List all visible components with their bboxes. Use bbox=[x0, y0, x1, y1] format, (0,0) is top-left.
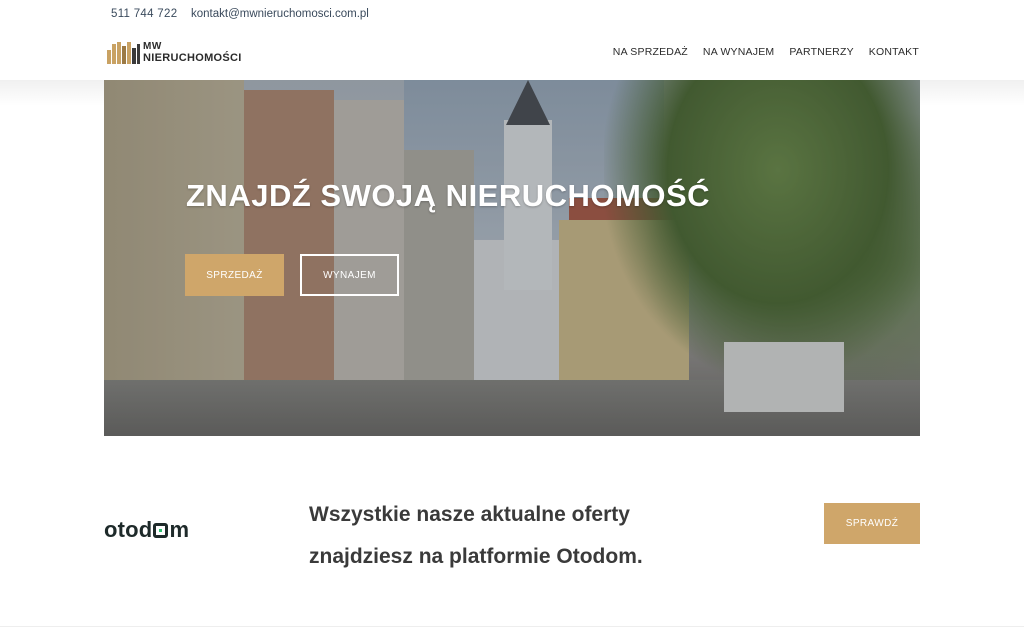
site-header: MW NIERUCHOMOŚCI NA SPRZEDAŻ NA WYNAJEM … bbox=[0, 30, 1024, 80]
otodom-house-icon bbox=[153, 522, 169, 538]
check-otodom-button[interactable]: SPRAWDŹ bbox=[824, 503, 920, 544]
hero-banner: ZNAJDŹ SWOJĄ NIERUCHOMOŚĆ SPRZEDAŻ WYNAJ… bbox=[104, 80, 920, 436]
logo-line1: MW bbox=[143, 41, 162, 52]
top-contact-bar: 511 744 722 kontakt@mwnieruchomosci.com.… bbox=[0, 0, 1024, 30]
logo-line2: NIERUCHOMOŚCI bbox=[143, 52, 242, 64]
for-rent-button[interactable]: WYNAJEM bbox=[300, 254, 399, 296]
email-link[interactable]: kontakt@mwnieruchomosci.com.pl bbox=[191, 8, 369, 20]
hero-title: ZNAJDŹ SWOJĄ NIERUCHOMOŚĆ bbox=[186, 178, 711, 213]
section-divider bbox=[0, 626, 1024, 627]
otodom-logo-text: otod bbox=[104, 517, 153, 542]
for-sale-button[interactable]: SPRZEDAŻ bbox=[185, 254, 284, 296]
site-logo[interactable]: MW NIERUCHOMOŚCI bbox=[107, 42, 242, 64]
otodom-promo-text: Wszystkie nasze aktualne oferty znajdzie… bbox=[309, 494, 729, 578]
buildings-logo-icon bbox=[107, 42, 140, 64]
logo-text: MW NIERUCHOMOŚCI bbox=[143, 42, 242, 64]
phone-number[interactable]: 511 744 722 bbox=[111, 8, 177, 20]
promo-line-2: znajdziesz na platformie Otodom. bbox=[309, 545, 643, 568]
main-nav: NA SPRZEDAŻ NA WYNAJEM PARTNERZY KONTAKT bbox=[613, 46, 919, 58]
promo-line-1: Wszystkie nasze aktualne oferty bbox=[309, 503, 630, 526]
nav-item-partners[interactable]: PARTNERZY bbox=[789, 46, 853, 58]
nav-item-for-rent[interactable]: NA WYNAJEM bbox=[703, 46, 774, 58]
nav-item-contact[interactable]: KONTAKT bbox=[869, 46, 919, 58]
otodom-logo[interactable]: otod m bbox=[104, 517, 189, 543]
nav-item-for-sale[interactable]: NA SPRZEDAŻ bbox=[613, 46, 688, 58]
otodom-logo-text-end: m bbox=[169, 517, 190, 542]
